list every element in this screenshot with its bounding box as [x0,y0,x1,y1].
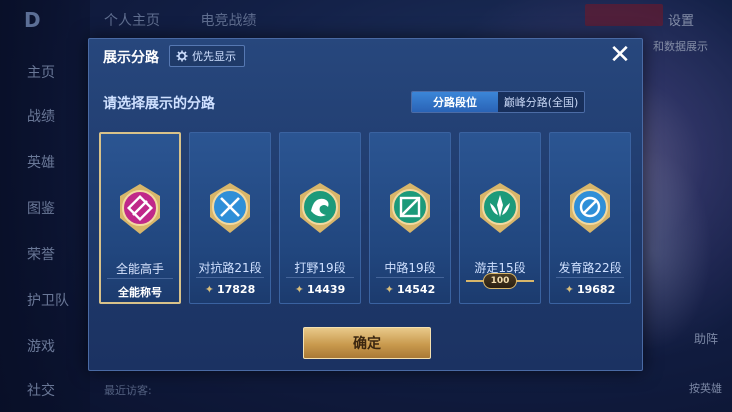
peak-score-icon: ✦ [204,283,214,296]
mid-lane-emblem-icon [390,183,430,233]
lane-card-roam[interactable]: 游走15段 100 [459,132,541,304]
card-divider [196,277,264,278]
peak-score-icon: ✦ [294,283,304,296]
card-divider [107,278,173,279]
lane-card-all-round[interactable]: 全能高手 全能称号 [99,132,181,304]
lane-score-value: 19682 [576,283,616,296]
lane-score: 全能称号 [118,286,162,299]
lane-score: ✦ 17828 [190,283,270,296]
lane-name: 对抗路21段 [198,261,262,275]
lane-name: 发育路22段 [558,261,622,275]
gear-icon [176,50,188,62]
lane-card-clash[interactable]: 对抗路21段 ✦ 17828 [189,132,271,304]
lane-score-value: 17828 [216,283,256,296]
farm-lane-emblem-icon [570,183,610,233]
tab-peak-lane[interactable]: 巅峰分路(全国) [498,92,584,112]
priority-display-label: 优先显示 [192,50,236,63]
priority-display-button[interactable]: 优先显示 [169,45,245,67]
lane-score-value: 14542 [396,283,436,296]
peak-score-icon: ✦ [564,283,574,296]
level-badge: 100 [483,273,517,289]
lane-name: 全能高手 [115,262,164,276]
roam-emblem-icon [480,183,520,233]
lane-score: ✦ 14542 [370,283,450,296]
all-round-emblem-icon [120,184,160,234]
rank-type-toggle: 分路段位 巅峰分路(全国) [411,91,585,113]
card-divider [286,277,354,278]
card-divider [376,277,444,278]
tab-lane-rank[interactable]: 分路段位 [412,92,498,112]
peak-score-icon: ✦ [384,283,394,296]
jungle-emblem-icon [300,183,340,233]
modal-title: 展示分路 [103,50,159,66]
lane-card-mid[interactable]: 中路19段 ✦ 14542 [369,132,451,304]
lane-card-farm[interactable]: 发育路22段 ✦ 19682 [549,132,631,304]
clash-lane-emblem-icon [210,183,250,233]
lane-score-value: 14439 [306,283,346,296]
lane-display-modal: 展示分路 优先显示 ✕ 请选择展示的分路 分路段位 巅峰分路(全国) 全能高手 … [88,38,643,371]
close-icon[interactable]: ✕ [607,40,633,70]
card-divider [556,277,624,278]
lane-name: 打野19段 [294,261,346,275]
lane-cards: 全能高手 全能称号 对抗路21段 ✦ 17828 打野19段 ✦ 14439 中… [99,132,634,304]
lane-score: ✦ 14439 [280,283,360,296]
lane-card-jungle[interactable]: 打野19段 ✦ 14439 [279,132,361,304]
confirm-button[interactable]: 确定 [303,327,431,359]
modal-subtitle: 请选择展示的分路 [103,96,215,112]
lane-score: ✦ 19682 [550,283,630,296]
lane-name: 中路19段 [384,261,436,275]
